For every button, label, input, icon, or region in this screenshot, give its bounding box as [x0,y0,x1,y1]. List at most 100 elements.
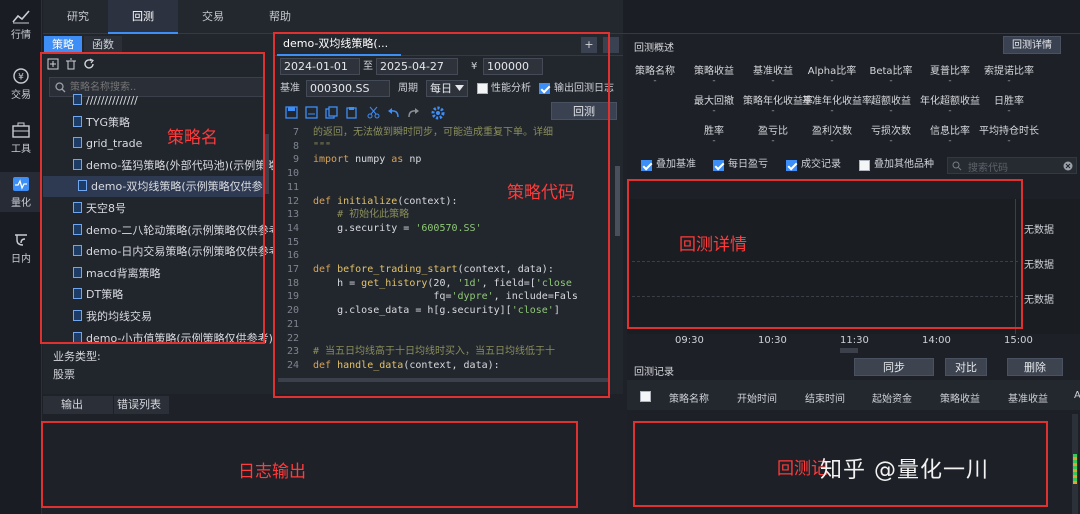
sidebar-item-quant[interactable]: 量化 [0,172,42,212]
sidebar-item-tools[interactable]: 工具 [0,118,42,158]
sidebar-item-trade[interactable]: ¥ 交易 [0,64,42,104]
editor-toolbar [285,106,445,120]
code-area[interactable]: 7 的返回，无法做到瞬时同步，可能造成重复下单。详细 8 """ 9 import num… [273,126,618,374]
code-hscrollbar[interactable] [278,378,608,382]
overlay-benchmark-checkbox[interactable] [641,160,652,171]
strategy-name: TYG策略 [86,115,130,129]
records-scrollbar[interactable] [1072,414,1078,514]
col-header[interactable]: 策略收益 [940,390,980,405]
refresh-icon[interactable] [83,58,95,70]
tab-trade[interactable]: 交易 [178,0,248,34]
option-label: 叠加其他品种 [874,159,934,170]
col-header[interactable]: 结束时间 [805,390,845,405]
undo-icon[interactable] [387,106,400,119]
metric-cell: 亏损次数 - [861,122,921,146]
chart-gridline [632,296,1018,297]
sidebar-item-label: 工具 [11,144,31,155]
add-tab-button[interactable]: + [581,37,597,53]
strategy-list-item[interactable]: demo-双均线策略(示例策略仅供参考) [43,176,265,198]
cut-icon[interactable] [367,106,380,119]
period-value: 每日 [430,82,452,95]
strategy-list-item[interactable]: 天空8号 [73,198,303,219]
select-all-checkbox[interactable] [640,391,651,402]
col-header[interactable]: A [1074,390,1080,401]
sidebar-item-label: 日内 [11,254,31,265]
strategy-list-item[interactable]: ////////////// [73,90,303,111]
overlay-other-checkbox[interactable] [859,160,870,171]
metric-cell: Alpha比率 - [802,62,862,86]
tab-output[interactable]: 输出 [61,396,83,414]
time-tick-label: 10:30 [758,335,787,346]
trash-icon[interactable] [65,58,77,70]
strategy-name: demo-双均线策略(示例策略仅供参考) [91,180,265,194]
metric-cell: 年化超额收益 - [920,92,980,116]
sidebar-item-intraday[interactable]: 日内 [0,228,42,268]
save-as-icon[interactable] [305,106,318,119]
metric-value: - [712,136,716,146]
add-icon[interactable] [47,58,59,70]
col-header[interactable]: 起始资金 [872,390,912,405]
line-number: 11 [286,181,299,193]
code-scrollbar[interactable] [615,166,620,236]
time-tick-label: 14:00 [922,335,951,346]
copy-icon[interactable] [325,106,338,119]
metric-cell: 策略名称 - [625,62,685,86]
tab-help[interactable]: 帮助 [245,0,315,34]
settings-gear-icon[interactable] [431,106,445,120]
code-text: h = get_history(20, '1d', field=['close [313,277,572,289]
backtest-detail-button[interactable]: 回测详情 [1003,36,1061,54]
line-number: 9 [292,154,299,166]
editor-tab[interactable]: demo-双均线策略(... ✕ [277,34,401,70]
strategy-list-item[interactable]: demo-小市值策略(示例策略仅供参考) [73,328,303,349]
code-line: 16 [273,249,618,263]
col-header[interactable]: 策略名称 [669,390,709,405]
line-number: 13 [286,209,299,221]
clear-icon[interactable] [1063,161,1073,171]
code-search[interactable]: 搜索代码 [947,157,1077,174]
strategy-name: DT策略 [86,288,124,302]
period-select[interactable]: 每日 [426,80,468,97]
end-date-field[interactable]: 2025-04-27 [376,58,458,75]
list-scrollbar[interactable] [265,134,269,194]
col-header[interactable]: 开始时间 [737,390,777,405]
maximize-icon[interactable] [603,37,619,53]
start-date-field[interactable]: 2024-01-01 [280,58,360,75]
paste-icon[interactable] [345,106,358,119]
code-text: def initialize(context): [313,195,458,207]
sync-button[interactable]: 同步 [854,358,934,376]
code-line: 18 h = get_history(20, '1d', field=['clo… [273,277,618,291]
no-data-label: 无数据 [1024,260,1054,271]
strategy-list-item[interactable]: 我的均线交易 [73,306,303,327]
strategy-list-item[interactable]: demo-二八轮动策略(示例策略仅供参考) [73,220,303,241]
metric-value: - [653,76,657,86]
run-backtest-button[interactable]: 回测 [551,102,617,120]
save-icon[interactable] [285,106,298,119]
subtab-functions[interactable]: 函数 [84,36,122,54]
redo-icon[interactable] [407,106,420,119]
compare-button[interactable]: 对比 [945,358,987,376]
tab-error-list[interactable]: 错误列表 [113,396,161,414]
chart-collapse-handle[interactable] [840,348,858,353]
strategy-list-item[interactable]: macd背离策略 [73,263,303,284]
line-number: 8 [292,140,299,152]
col-header[interactable]: 基准收益 [1008,390,1048,405]
delete-button[interactable]: 删除 [1007,358,1063,376]
metric-value: - [1007,76,1011,86]
line-number: 17 [286,264,299,275]
benchmark-field[interactable]: 000300.SS [306,80,390,97]
overview-title: 回测概述 [634,43,674,54]
strategy-list-item[interactable]: demo-日内交易策略(示例策略仅供参考) [73,241,303,262]
capital-field[interactable]: 100000 [483,58,543,75]
tab-backtest[interactable]: 回测 [108,0,178,34]
sidebar-item-market[interactable]: 行情 [0,4,42,44]
tab-research[interactable]: 研究 [43,0,113,34]
code-text: import numpy as np [313,154,422,166]
trade-records-checkbox[interactable] [786,160,797,171]
subtab-strategy[interactable]: 策略 [44,36,82,54]
output-log-checkbox[interactable] [539,83,550,94]
file-icon [73,158,82,170]
file-icon [73,288,82,300]
daily-pnl-checkbox[interactable] [713,160,724,171]
perf-analysis-checkbox[interactable] [477,83,488,94]
strategy-list-item[interactable]: DT策略 [73,284,303,305]
